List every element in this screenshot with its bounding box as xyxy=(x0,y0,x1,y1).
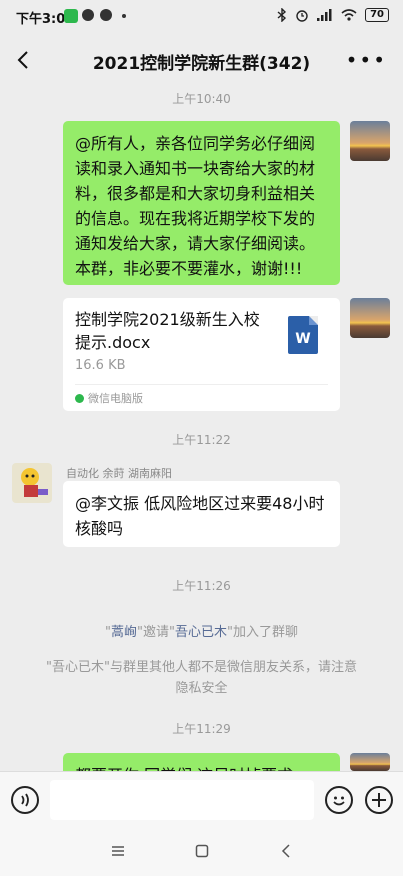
chat-header: 2021控制学院新生群(342) ••• xyxy=(0,34,403,88)
more-dots-icon[interactable]: ••• xyxy=(346,50,387,70)
back-icon[interactable] xyxy=(279,844,293,858)
qq-notification-icon-2 xyxy=(100,9,112,21)
qq-notification-icon xyxy=(82,9,94,21)
battery-icon: 70 xyxy=(365,8,389,22)
signal-icon xyxy=(317,9,332,21)
avatar-member[interactable] xyxy=(12,463,52,503)
timestamp: 上午11:26 xyxy=(172,579,231,593)
cartoon-avatar-icon xyxy=(21,468,48,497)
avatar-self[interactable] xyxy=(350,121,390,161)
chat-title: 2021控制学院新生群(342) xyxy=(92,54,311,74)
timestamp: 上午10:40 xyxy=(172,92,231,106)
avatar-self[interactable] xyxy=(350,298,390,338)
avatar-self[interactable] xyxy=(350,753,390,771)
status-icons: 70 xyxy=(277,8,389,22)
file-size: 16.6 KB xyxy=(75,358,126,373)
divider xyxy=(75,384,328,385)
invitee-link[interactable]: 吾心已木 xyxy=(175,625,227,640)
plus-icon[interactable] xyxy=(365,786,393,814)
emoji-icon[interactable] xyxy=(325,786,353,814)
menu-icon[interactable] xyxy=(111,844,125,858)
wifi-icon xyxy=(341,9,357,21)
system-nav-bar xyxy=(0,827,403,876)
home-icon[interactable] xyxy=(195,844,209,858)
system-message-invite: "蒿峋"邀请"吾心已木"加入了群聊 xyxy=(105,625,298,640)
file-corner-fold xyxy=(309,316,318,325)
inviter-link[interactable]: 蒿峋 xyxy=(111,625,137,640)
input-bar xyxy=(0,771,403,827)
file-source: 微信电脑版 xyxy=(75,390,143,406)
message-bubble-question[interactable]: @李文振 低风险地区过来要48小时核酸吗 xyxy=(63,481,340,547)
chevron-left-icon[interactable] xyxy=(10,46,38,74)
message-bubble-announcement[interactable]: @所有人，亲各位同学务必仔细阅读和录入通知书一块寄给大家的材料，很多都是和大家切… xyxy=(63,121,340,285)
timestamp: 上午11:22 xyxy=(172,433,231,447)
wechat-pc-icon xyxy=(75,393,84,403)
file-name: 控制学院2021级新生入校提示.docx xyxy=(75,310,260,352)
bluetooth-icon xyxy=(277,8,287,22)
system-message-privacy: "吾心已木"与群里其他人都不是微信朋友关系，请注意隐私安全 xyxy=(46,660,357,696)
alarm-icon xyxy=(296,10,308,22)
wechat-notification-icon xyxy=(64,9,78,23)
timestamp: 上午11:29 xyxy=(172,722,231,736)
voice-icon[interactable] xyxy=(11,786,39,814)
sender-name: 自动化 余莳 湖南麻阳 xyxy=(66,467,172,480)
file-source-label: 微信电脑版 xyxy=(88,392,143,405)
message-input[interactable] xyxy=(50,780,314,820)
more-notifications-dot xyxy=(122,14,126,18)
file-message-card[interactable]: 控制学院2021级新生入校提示.docx 16.6 KB W 微信电脑版 xyxy=(63,298,340,411)
status-bar: 下午3:02 70 xyxy=(0,0,403,34)
